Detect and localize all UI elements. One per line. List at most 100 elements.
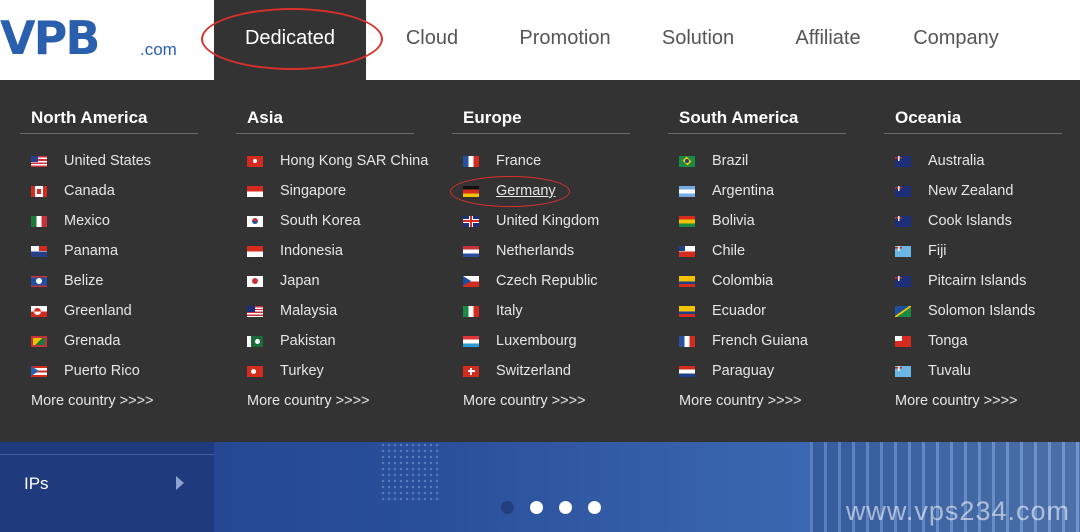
country-mexico[interactable]: Mexico [31, 210, 110, 232]
country-fiji[interactable]: Fiji [895, 240, 947, 262]
tuvalu-flag-icon [895, 365, 911, 377]
more-country-link[interactable]: More country >>>> [31, 393, 154, 409]
more-country-link[interactable]: More country >>>> [679, 393, 802, 409]
divider [20, 133, 198, 134]
country-luxembourg[interactable]: Luxembourg [463, 330, 577, 352]
divider [452, 133, 630, 134]
sidebar-item-ips[interactable]: IPs [24, 474, 49, 494]
country-chile[interactable]: Chile [679, 240, 745, 262]
country-tuvalu[interactable]: Tuvalu [895, 360, 971, 382]
country-new-zealand[interactable]: New Zealand [895, 180, 1013, 202]
czech-flag-icon [463, 275, 479, 287]
country-pitcairn-islands[interactable]: Pitcairn Islands [895, 270, 1026, 292]
chevron-right-icon[interactable] [176, 476, 184, 490]
country-colombia[interactable]: Colombia [679, 270, 773, 292]
solomon-islands-flag-icon [895, 305, 911, 317]
more-country-link[interactable]: More country >>>> [895, 393, 1018, 409]
ecuador-flag-icon [679, 305, 695, 317]
country-puerto-rico[interactable]: Puerto Rico [31, 360, 140, 382]
nav-dedicated-servers[interactable]: Dedicated Servers [214, 0, 366, 125]
more-country-link[interactable]: More country >>>> [463, 393, 586, 409]
decorative-pattern [380, 442, 440, 502]
australia-flag-icon [895, 155, 911, 167]
logo-text: VPB [0, 11, 100, 65]
country-czech-republic[interactable]: Czech Republic [463, 270, 598, 292]
country-italy[interactable]: Italy [463, 300, 523, 322]
country-france[interactable]: France [463, 150, 541, 172]
nav-promotion[interactable]: Promotion [505, 0, 625, 80]
hong-kong-flag-icon [247, 155, 263, 167]
carousel-dot-1[interactable] [501, 501, 514, 514]
country-japan[interactable]: Japan [247, 270, 320, 292]
country-french-guiana[interactable]: French Guiana [679, 330, 808, 352]
country-netherlands[interactable]: Netherlands [463, 240, 574, 262]
mexico-flag-icon [31, 215, 47, 227]
indonesia-flag-icon [247, 245, 263, 257]
country-bolivia[interactable]: Bolivia [679, 210, 755, 232]
country-panama[interactable]: Panama [31, 240, 118, 262]
country-belize[interactable]: Belize [31, 270, 104, 292]
carousel-dot-4[interactable] [588, 501, 601, 514]
malaysia-flag-icon [247, 305, 263, 317]
country-united-kingdom[interactable]: United Kingdom [463, 210, 599, 232]
country-canada[interactable]: Canada [31, 180, 115, 202]
italy-flag-icon [463, 305, 479, 317]
country-switzerland[interactable]: Switzerland [463, 360, 571, 382]
nav-affiliate[interactable]: Affiliate [778, 0, 878, 80]
country-ecuador[interactable]: Ecuador [679, 300, 766, 322]
region-title: Asia [247, 108, 283, 127]
canada-flag-icon [31, 185, 47, 197]
country-turkey[interactable]: Turkey [247, 360, 324, 382]
divider [236, 133, 414, 134]
us-flag-icon [31, 155, 47, 167]
pakistan-flag-icon [247, 335, 263, 347]
logo[interactable]: VPB .com [0, 10, 180, 66]
country-tonga[interactable]: Tonga [895, 330, 968, 352]
watermark: www.vps234.com [845, 496, 1070, 526]
carousel-dot-2[interactable] [530, 501, 543, 514]
country-south-korea[interactable]: South Korea [247, 210, 361, 232]
country-malaysia[interactable]: Malaysia [247, 300, 337, 322]
south-korea-flag-icon [247, 215, 263, 227]
region-title: Oceania [895, 108, 962, 127]
nav-company[interactable]: Company [904, 0, 1008, 80]
uk-flag-icon [463, 215, 479, 227]
country-germany[interactable]: Germany [463, 180, 556, 202]
logo-suffix: .com [140, 40, 177, 59]
brazil-flag-icon [679, 155, 695, 167]
region-title: Europe [463, 108, 522, 127]
luxembourg-flag-icon [463, 335, 479, 347]
country-united-states[interactable]: United States [31, 150, 151, 172]
country-cook-islands[interactable]: Cook Islands [895, 210, 1012, 232]
carousel-dot-3[interactable] [559, 501, 572, 514]
french-guiana-flag-icon [679, 335, 695, 347]
country-pakistan[interactable]: Pakistan [247, 330, 336, 352]
country-hong-kong[interactable]: Hong Kong SAR China [247, 150, 428, 172]
country-grenada[interactable]: Grenada [31, 330, 120, 352]
nav-solution[interactable]: Solution [648, 0, 748, 80]
new-zealand-flag-icon [895, 185, 911, 197]
grenada-flag-icon [31, 335, 47, 347]
country-greenland[interactable]: Greenland [31, 300, 132, 322]
country-australia[interactable]: Australia [895, 150, 984, 172]
panama-flag-icon [31, 245, 47, 257]
hero-banner: IPs www.vps234.com [0, 442, 1080, 532]
country-brazil[interactable]: Brazil [679, 150, 748, 172]
country-solomon-islands[interactable]: Solomon Islands [895, 300, 1035, 322]
more-country-link[interactable]: More country >>>> [247, 393, 370, 409]
divider [884, 133, 1062, 134]
category-sidebar: IPs [0, 442, 214, 532]
japan-flag-icon [247, 275, 263, 287]
germany-flag-icon [463, 185, 479, 197]
country-argentina[interactable]: Argentina [679, 180, 774, 202]
country-paraguay[interactable]: Paraguay [679, 360, 774, 382]
country-indonesia[interactable]: Indonesia [247, 240, 343, 262]
netherlands-flag-icon [463, 245, 479, 257]
argentina-flag-icon [679, 185, 695, 197]
fiji-flag-icon [895, 245, 911, 257]
divider [668, 133, 846, 134]
region-title: South America [679, 108, 799, 127]
nav-cloud[interactable]: Cloud [380, 0, 484, 80]
country-singapore[interactable]: Singapore [247, 180, 346, 202]
france-flag-icon [463, 155, 479, 167]
